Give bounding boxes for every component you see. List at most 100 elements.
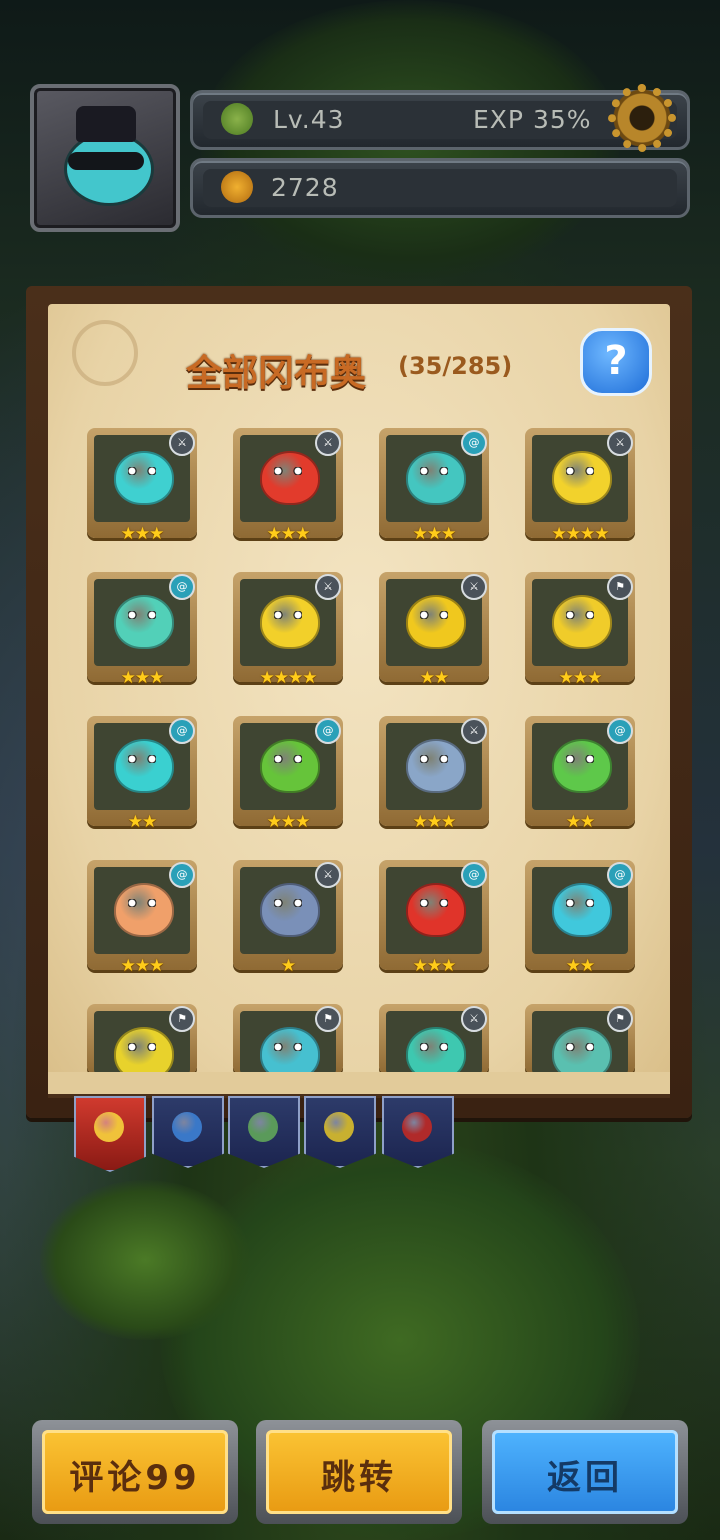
spiral-class-icon: @ <box>169 718 195 744</box>
clover-icon <box>221 103 253 135</box>
ornament-knot-icon <box>72 320 138 386</box>
help-button[interactable]: ? <box>580 328 652 396</box>
gumball-body <box>406 739 466 793</box>
gumball-body <box>406 595 466 649</box>
gumball-eyes <box>128 611 156 619</box>
gumball-eyes <box>420 755 448 763</box>
back-button-label: 返回 <box>547 1458 623 1498</box>
gumball-eyes <box>274 467 302 475</box>
flag-class-icon: ⚑ <box>169 1006 195 1032</box>
gumball-card[interactable]: ⚔ <box>379 1004 489 1074</box>
gumball-eyes <box>128 899 156 907</box>
star-rating: ★★★ <box>412 956 457 976</box>
collection-title: 全部冈布奥 <box>186 353 367 394</box>
gumball-card[interactable]: ⚔ ★ <box>233 860 343 976</box>
gumball-eyes <box>566 755 594 763</box>
comment-button-label: 评论99 <box>69 1458 201 1498</box>
gumball-card[interactable]: @ ★★ <box>525 716 635 832</box>
gumball-card[interactable]: ⚔ ★★★ <box>87 428 197 544</box>
star-rating: ★★★★ <box>259 668 318 688</box>
gumball-card[interactable]: ⚔ ★★ <box>379 572 489 688</box>
settings-gear-icon[interactable] <box>608 84 676 152</box>
star-rating: ★★★ <box>266 812 311 832</box>
currency-amount: 2728 <box>271 173 339 202</box>
star-rating: ★★★ <box>120 524 165 544</box>
board-bottom-frame <box>48 1072 670 1098</box>
avatar-mask <box>68 152 144 170</box>
player-avatar[interactable] <box>30 84 180 232</box>
tab-all[interactable] <box>74 1096 146 1172</box>
gumball-body <box>552 595 612 649</box>
gumball-card[interactable]: @ ★★★ <box>87 860 197 976</box>
gumball-card[interactable]: ⚑ <box>525 1004 635 1074</box>
gumball-card[interactable]: @ ★★★ <box>379 860 489 976</box>
gumball-card[interactable]: ⚔ ★★★ <box>233 428 343 544</box>
sword-class-icon: ⚔ <box>315 862 341 888</box>
star-rating: ★★ <box>419 668 449 688</box>
tab-red[interactable] <box>382 1096 454 1168</box>
gumball-card[interactable]: ⚔ ★★★★ <box>525 428 635 544</box>
currency-bar: 2728 <box>190 158 690 218</box>
star-rating: ★★ <box>565 812 595 832</box>
gumball-eyes <box>128 467 156 475</box>
gumball-eyes <box>420 1043 448 1051</box>
sword-class-icon: ⚔ <box>169 430 195 456</box>
gumball-body <box>114 739 174 793</box>
spiral-class-icon: @ <box>169 862 195 888</box>
gumball-card[interactable]: @ ★★★ <box>379 428 489 544</box>
back-button[interactable]: 返回 <box>482 1420 688 1524</box>
tab-yellow[interactable] <box>304 1096 376 1168</box>
gumball-body <box>114 595 174 649</box>
sword-class-icon: ⚔ <box>461 574 487 600</box>
comment-button[interactable]: 评论99 <box>32 1420 238 1524</box>
sword-class-icon: ⚔ <box>315 574 341 600</box>
gumball-card[interactable]: ⚔ ★★★★ <box>233 572 343 688</box>
gumball-eyes <box>420 467 448 475</box>
gumball-eyes <box>274 611 302 619</box>
star-rating: ★★★ <box>412 524 457 544</box>
gumball-card[interactable]: ⚔ ★★★ <box>379 716 489 832</box>
gumball-card[interactable]: @ ★★★ <box>233 716 343 832</box>
gumball-body <box>552 451 612 505</box>
gumball-card[interactable]: ⚑ <box>233 1004 343 1074</box>
star-rating: ★★★ <box>120 668 165 688</box>
gumball-eyes <box>566 899 594 907</box>
gumball-card[interactable]: ⚑ ★★★ <box>525 572 635 688</box>
star-rating: ★★★ <box>120 956 165 976</box>
star-rating: ★★ <box>127 812 157 832</box>
gumball-card[interactable]: @ ★★ <box>525 860 635 976</box>
gumball-eyes <box>128 755 156 763</box>
jump-button[interactable]: 跳转 <box>256 1420 462 1524</box>
star-rating: ★ <box>280 956 296 976</box>
spiral-class-icon: @ <box>607 862 633 888</box>
yellow-category-icon <box>324 1112 354 1142</box>
jump-button-label: 跳转 <box>321 1458 397 1498</box>
sword-class-icon: ⚔ <box>461 1006 487 1032</box>
gumball-eyes <box>274 899 302 907</box>
spiral-class-icon: @ <box>315 718 341 744</box>
tab-green[interactable] <box>228 1096 300 1168</box>
gumball-body <box>552 739 612 793</box>
gumball-eyes <box>566 611 594 619</box>
star-rating: ★★★ <box>558 668 603 688</box>
star-rating: ★★★ <box>412 812 457 832</box>
spiral-class-icon: @ <box>169 574 195 600</box>
exp-text: EXP 35% <box>473 105 592 134</box>
gumball-card[interactable]: @ ★★★ <box>87 572 197 688</box>
gumball-eyes <box>128 1043 156 1051</box>
all-category-icon <box>94 1112 124 1142</box>
green-category-icon <box>248 1112 278 1142</box>
gumball-card[interactable]: ⚑ <box>87 1004 197 1074</box>
gumball-body <box>552 883 612 937</box>
gumball-body <box>114 451 174 505</box>
gumball-body <box>114 883 174 937</box>
flag-class-icon: ⚑ <box>607 1006 633 1032</box>
gumball-body <box>406 883 466 937</box>
star-rating: ★★★ <box>266 524 311 544</box>
tab-blue[interactable] <box>152 1096 224 1168</box>
gumball-eyes <box>420 899 448 907</box>
collection-count: (35/285) <box>398 352 513 380</box>
gumball-body <box>260 883 320 937</box>
gumball-body <box>260 451 320 505</box>
gumball-card[interactable]: @ ★★ <box>87 716 197 832</box>
